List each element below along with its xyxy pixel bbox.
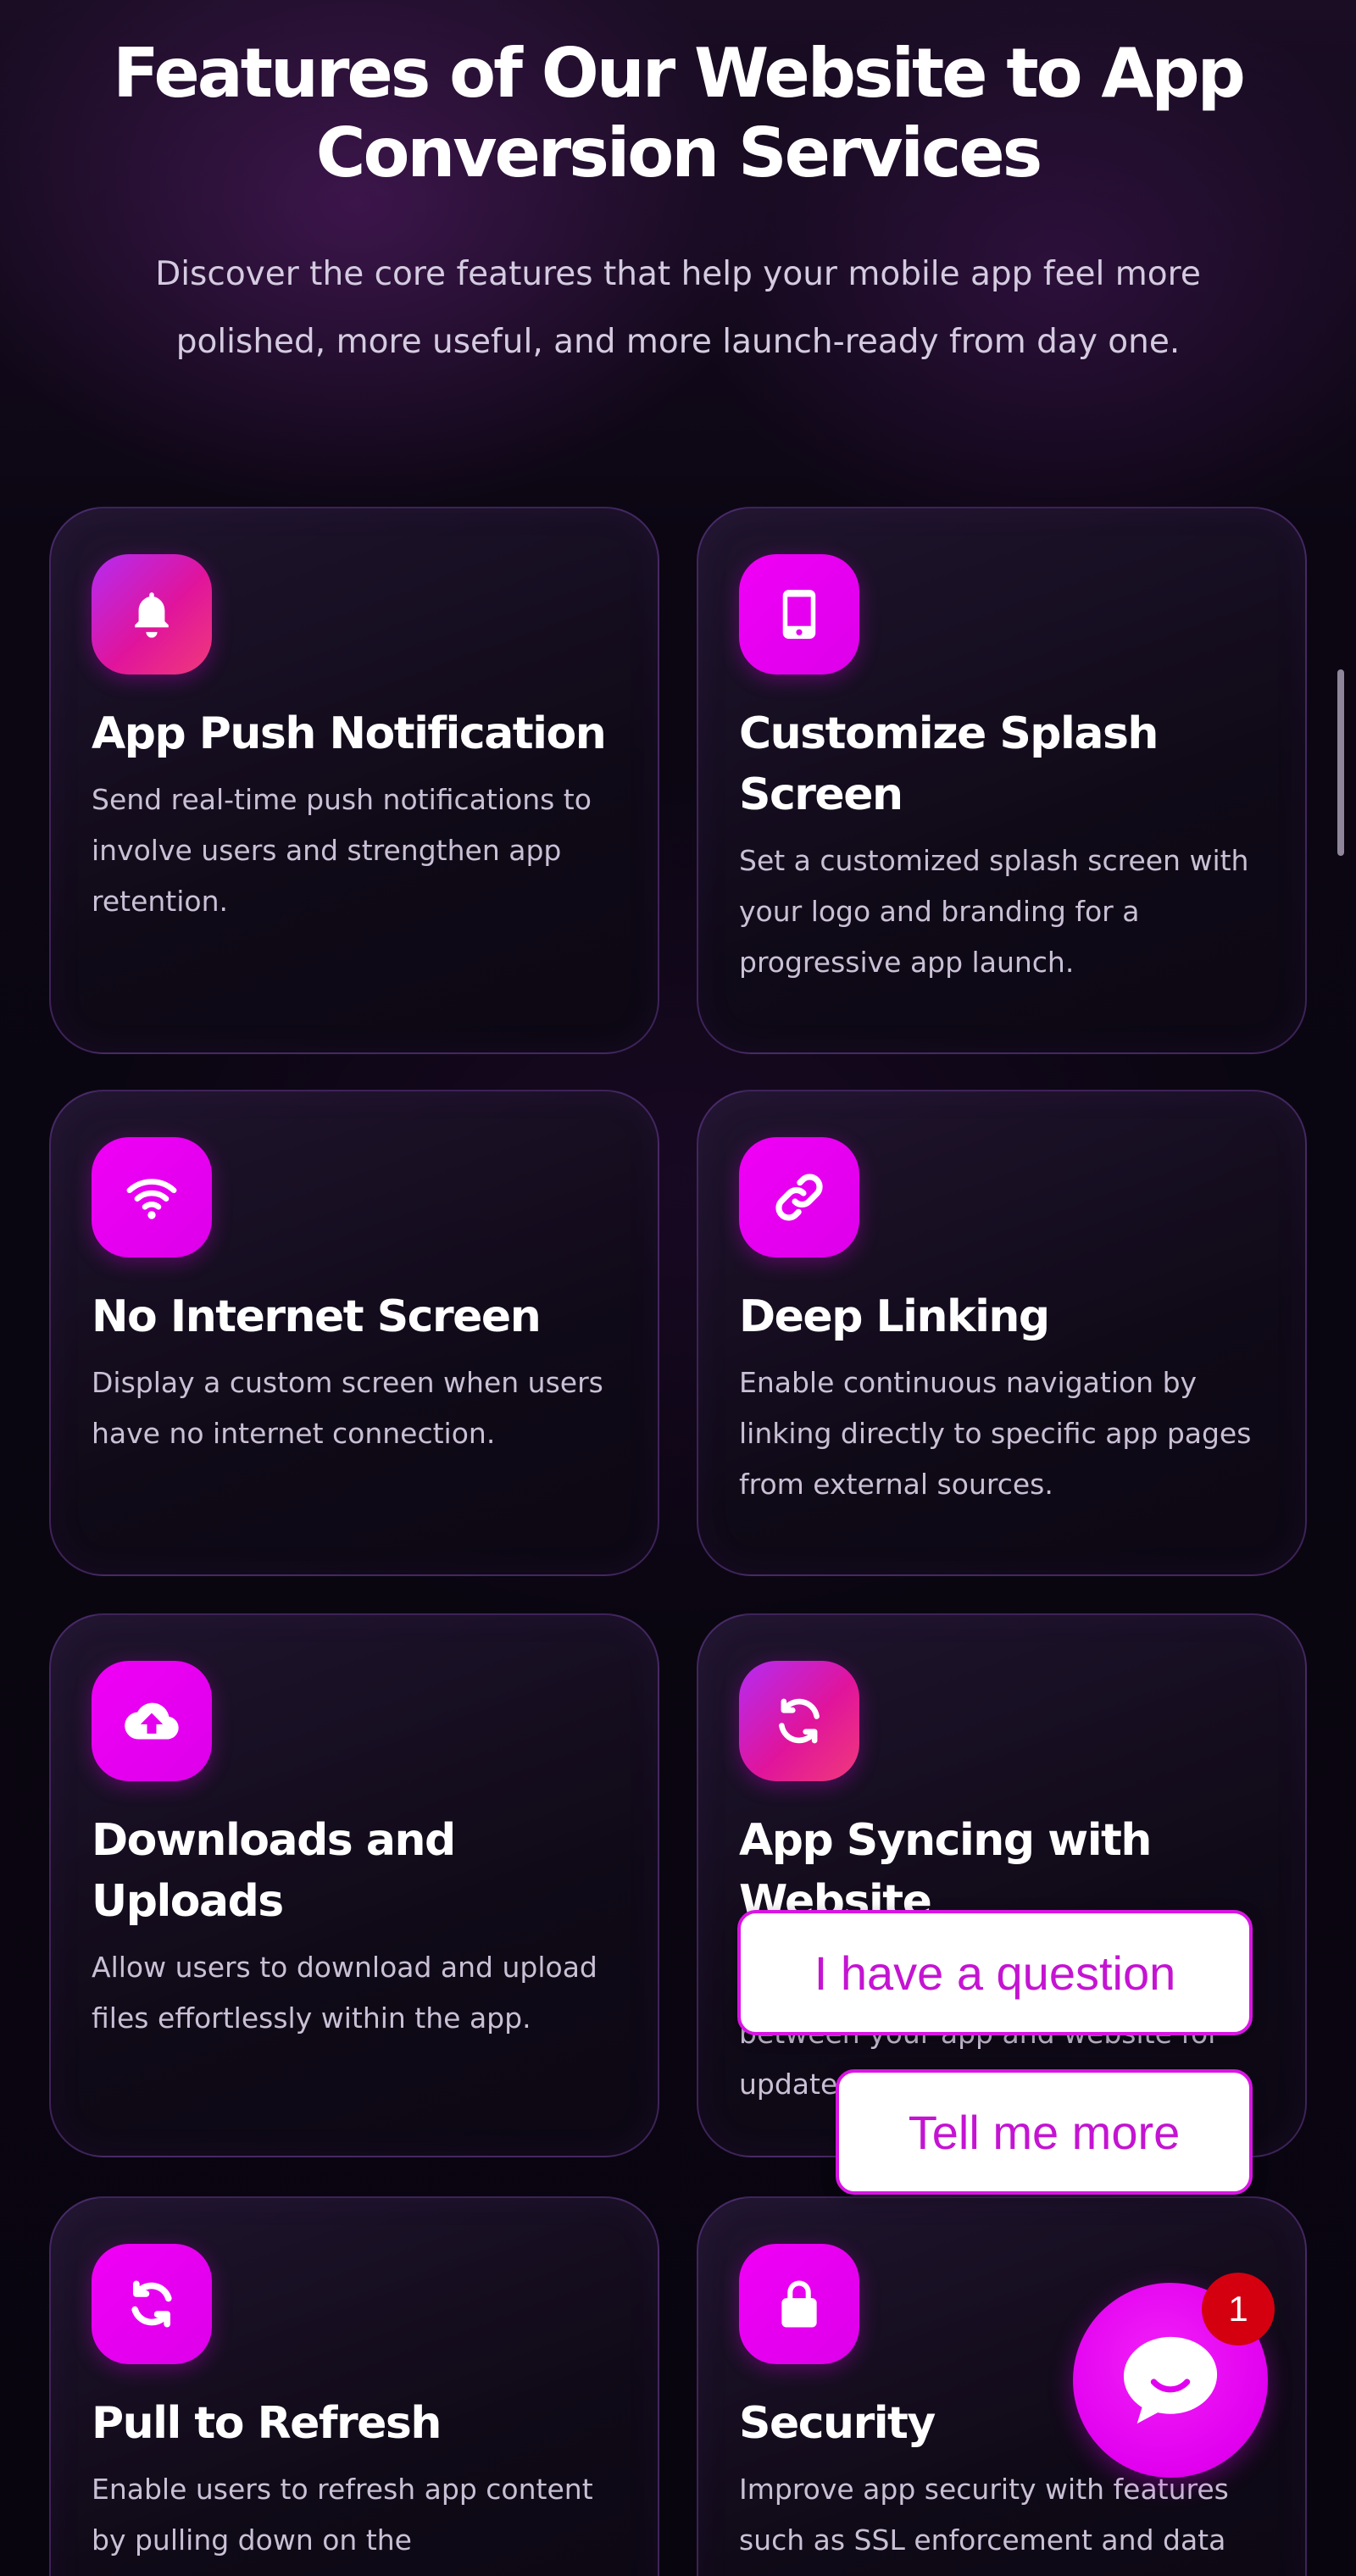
feature-description: Send real-time push notifications to inv… (92, 783, 592, 918)
link-icon (739, 1137, 859, 1257)
bell-icon (92, 554, 212, 675)
feature-description-line-2: update (739, 2068, 838, 2101)
feature-card-push-notification: App Push Notification Send real-time pus… (49, 507, 659, 1054)
feature-title: Pull to Refresh (92, 2398, 442, 2449)
lock-icon (739, 2244, 859, 2364)
feature-description: Improve app security with features such … (739, 2473, 1229, 2557)
section-title-line-2: Conversion Services (315, 114, 1042, 192)
scrollbar-thumb[interactable] (1337, 669, 1344, 856)
feature-card-deep-linking: Deep Linking Enable continuous navigatio… (697, 1090, 1307, 1576)
feature-card-no-internet: No Internet Screen Display a custom scre… (49, 1090, 659, 1576)
section-subtitle: Discover the core features that help you… (102, 241, 1254, 376)
features-section: Features of Our Website to App Conversio… (0, 0, 1356, 2576)
feature-title: Downloads and Uploads (92, 1815, 456, 1927)
smartphone-icon (739, 554, 859, 675)
feature-card-splash-screen: Customize Splash Screen Set a customized… (697, 507, 1307, 1054)
quick-reply-question-button[interactable]: I have a question (737, 1910, 1253, 2035)
feature-description: Allow users to download and upload files… (92, 1951, 597, 2035)
chat-bubble-icon (1123, 2336, 1218, 2424)
section-title: Features of Our Website to App Conversio… (34, 34, 1322, 193)
feature-description: Enable continuous navigation by linking … (739, 1366, 1252, 1501)
feature-description: Set a customized splash screen with your… (739, 844, 1249, 979)
section-title-line-1: Features of Our Website to App (113, 34, 1246, 113)
section-subtitle-line-2: polished, more useful, and more launch-r… (175, 323, 1181, 361)
feature-card-pull-to-refresh: Pull to Refresh Enable users to refresh … (49, 2196, 659, 2576)
sync-icon (739, 1661, 859, 1781)
feature-card-downloads-uploads: Downloads and Uploads Allow users to dow… (49, 1613, 659, 2157)
feature-description: Display a custom screen when users have … (92, 1366, 603, 1450)
section-subtitle-line-1: Discover the core features that help you… (155, 255, 1201, 293)
feature-title: Deep Linking (739, 1291, 1050, 1342)
unread-count-badge: 1 (1202, 2273, 1275, 2346)
feature-title: No Internet Screen (92, 1291, 542, 1342)
cloud-upload-icon (92, 1661, 212, 1781)
wifi-icon (92, 1137, 212, 1257)
feature-title: App Push Notification (92, 708, 607, 759)
refresh-icon (92, 2244, 212, 2364)
feature-description: Enable users to refresh app content by p… (92, 2473, 593, 2557)
quick-reply-tell-me-more-button[interactable]: Tell me more (836, 2069, 1253, 2195)
feature-title: Customize Splash Screen (739, 708, 1159, 820)
